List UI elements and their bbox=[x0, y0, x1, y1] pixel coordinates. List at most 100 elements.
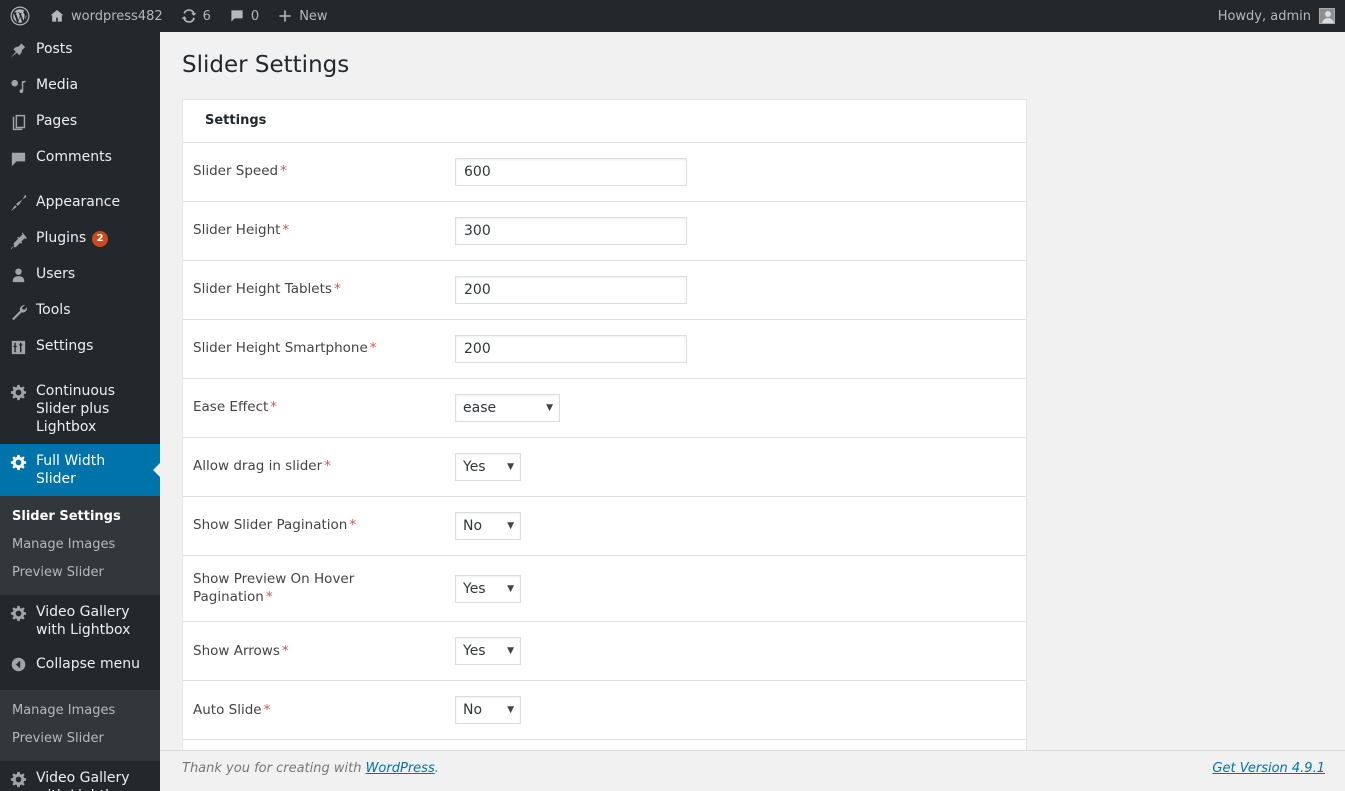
sidebar-item-tools[interactable]: Tools bbox=[0, 293, 160, 329]
get-version-link[interactable]: Get Version 4.9.1 bbox=[1212, 761, 1325, 776]
sidebar-item-label: Media bbox=[36, 77, 79, 93]
sidebar-subitem-manage-images[interactable]: Manage Images bbox=[0, 531, 160, 559]
updates-icon bbox=[181, 8, 197, 24]
field-label: Slider Height * bbox=[193, 222, 290, 239]
field-label: Slider Height Smartphone * bbox=[193, 340, 377, 357]
required-marker: * bbox=[281, 642, 289, 659]
field-label: Show Arrows * bbox=[193, 642, 289, 659]
page-title: Slider Settings bbox=[182, 52, 350, 78]
updates-button[interactable]: 6 bbox=[172, 0, 220, 32]
field-label: Auto Slide * bbox=[193, 701, 271, 718]
sidebar-item-plugins[interactable]: Plugins 2 bbox=[0, 221, 160, 257]
media-icon bbox=[0, 76, 36, 96]
content-body: Slider Settings Settings Slider Speed* S… bbox=[160, 32, 1345, 791]
content-area: Slider Settings Settings Slider Speed* S… bbox=[160, 32, 1345, 791]
slider-speed-input[interactable] bbox=[455, 158, 687, 187]
table-row: Allow drag in slider* YesNo bbox=[183, 437, 1026, 497]
sidebar-item-label: Comments bbox=[36, 149, 112, 165]
pages-icon bbox=[0, 112, 36, 132]
gear-icon bbox=[0, 452, 36, 472]
panel-title: Settings bbox=[205, 113, 267, 128]
auto-slide-select-wrap: YesNo bbox=[455, 696, 521, 725]
sidebar-item-video-gallery-with-lightbox-duplicate[interactable]: Video Gallery with Lightbox bbox=[0, 761, 160, 791]
show-slider-pagination-select[interactable]: YesNo bbox=[455, 512, 521, 541]
required-marker: * bbox=[263, 701, 271, 718]
table-row: Ease Effect* easelinearease-inease-outea… bbox=[183, 378, 1026, 438]
sliders-icon bbox=[0, 337, 36, 357]
required-marker: * bbox=[349, 517, 357, 534]
field-label: Slider Height Tablets * bbox=[193, 281, 341, 298]
plus-icon bbox=[277, 8, 293, 24]
show-arrows-select[interactable]: YesNo bbox=[455, 637, 521, 666]
sidebar-item-appearance[interactable]: Appearance bbox=[0, 185, 160, 221]
comment-bubble-icon bbox=[0, 148, 36, 168]
sidebar-subitem-manage-images-duplicate[interactable]: Manage Images bbox=[0, 697, 160, 725]
ease-effect-select[interactable]: easelinearease-inease-outease-in-out bbox=[455, 394, 560, 423]
sidebar-item-media[interactable]: Media bbox=[0, 68, 160, 104]
required-marker: * bbox=[280, 163, 287, 180]
required-marker: * bbox=[333, 281, 341, 298]
slider-height-tablets-input[interactable] bbox=[455, 276, 687, 305]
sidebar-separator bbox=[0, 365, 160, 374]
field-label: Show Slider Pagination * bbox=[193, 517, 357, 534]
sidebar-item-label: Settings bbox=[36, 338, 94, 354]
wrench-icon bbox=[0, 301, 36, 321]
sidebar-item-label: Video Gallery with Lightbox bbox=[36, 604, 131, 638]
new-content-button[interactable]: New bbox=[268, 0, 336, 32]
site-name-button[interactable]: wordpress482 bbox=[40, 0, 172, 32]
sidebar-item-pages[interactable]: Pages bbox=[0, 104, 160, 140]
gear-icon bbox=[0, 382, 36, 402]
sidebar-item-comments[interactable]: Comments bbox=[0, 140, 160, 176]
updates-count: 6 bbox=[202, 8, 211, 24]
howdy-label: Howdy, admin bbox=[1217, 8, 1311, 24]
settings-form-table: Slider Speed* Slider Height* Slider Heig… bbox=[183, 142, 1026, 791]
table-row: Slider Height Smartphone * bbox=[183, 319, 1026, 379]
wordpress-logo-icon bbox=[10, 6, 30, 26]
plugins-update-badge: 2 bbox=[92, 231, 109, 247]
sidebar-item-full-width-slider[interactable]: Full Width Slider bbox=[0, 444, 160, 496]
sidebar-item-label: Plugins 2 bbox=[36, 229, 160, 247]
show-preview-hover-select-wrap: YesNo bbox=[455, 574, 521, 603]
sidebar-item-label: Users bbox=[36, 266, 76, 282]
sidebar-item-collapse-menu[interactable]: Collapse menu bbox=[0, 647, 160, 681]
wordpress-logo-button[interactable] bbox=[0, 0, 40, 32]
comments-button[interactable]: 0 bbox=[220, 0, 268, 32]
sidebar-submenu-full-width-slider: Slider Settings Manage Images Preview Sl… bbox=[0, 496, 160, 595]
sidebar-subitem-slider-settings[interactable]: Slider Settings bbox=[0, 503, 160, 531]
show-pagination-select-wrap: YesNo bbox=[455, 512, 521, 541]
sidebar-subitem-preview-slider-duplicate[interactable]: Preview Slider bbox=[0, 725, 160, 753]
paintbrush-icon bbox=[0, 193, 36, 213]
sidebar-item-label: Posts bbox=[36, 41, 73, 57]
table-row: Slider Speed * bbox=[183, 142, 1026, 202]
user-icon bbox=[0, 265, 36, 285]
field-label: Ease Effect * bbox=[193, 399, 278, 416]
wordpress-link[interactable]: WordPress bbox=[366, 761, 435, 776]
sidebar-item-posts[interactable]: Posts bbox=[0, 32, 160, 68]
slider-height-smartphone-input[interactable] bbox=[455, 335, 687, 364]
required-marker: * bbox=[369, 340, 377, 357]
sidebar-item-label: Pages bbox=[36, 113, 78, 129]
sidebar-item-label: Full Width Slider bbox=[36, 453, 106, 487]
sidebar-item-label: Appearance bbox=[36, 194, 121, 210]
table-row: Show Slider Pagination* YesNo bbox=[183, 496, 1026, 556]
allow-drag-select-wrap: YesNo bbox=[455, 453, 521, 482]
sidebar-item-users[interactable]: Users bbox=[0, 257, 160, 293]
slider-height-input[interactable] bbox=[455, 217, 687, 246]
sidebar-subitem-preview-slider[interactable]: Preview Slider bbox=[0, 559, 160, 587]
auto-slide-select[interactable]: YesNo bbox=[455, 696, 521, 725]
sidebar-item-settings[interactable]: Settings bbox=[0, 329, 160, 365]
sidebar-item-continuous-slider-plus-lightbox[interactable]: Continuous Slider plus Lightbox bbox=[0, 374, 160, 444]
sidebar-submenu-duplicate: Manage Images Preview Slider bbox=[0, 690, 160, 761]
site-name-label: wordpress482 bbox=[71, 8, 163, 24]
account-menu[interactable]: Howdy, admin bbox=[1218, 8, 1345, 24]
sidebar-item-label: Tools bbox=[36, 302, 71, 318]
sidebar-item-label: Collapse menu bbox=[36, 656, 140, 672]
show-preview-on-hover-pagination-select[interactable]: YesNo bbox=[455, 574, 521, 603]
sidebar-item-label: Continuous Slider plus Lightbox bbox=[36, 383, 116, 435]
sidebar-separator bbox=[0, 681, 160, 690]
allow-drag-in-slider-select[interactable]: YesNo bbox=[455, 453, 521, 482]
required-marker: * bbox=[282, 222, 290, 239]
field-label: Show Preview On Hover Pagination * bbox=[193, 571, 355, 605]
sidebar-item-video-gallery-with-lightbox[interactable]: Video Gallery with Lightbox bbox=[0, 595, 160, 647]
gear-icon bbox=[0, 769, 36, 789]
